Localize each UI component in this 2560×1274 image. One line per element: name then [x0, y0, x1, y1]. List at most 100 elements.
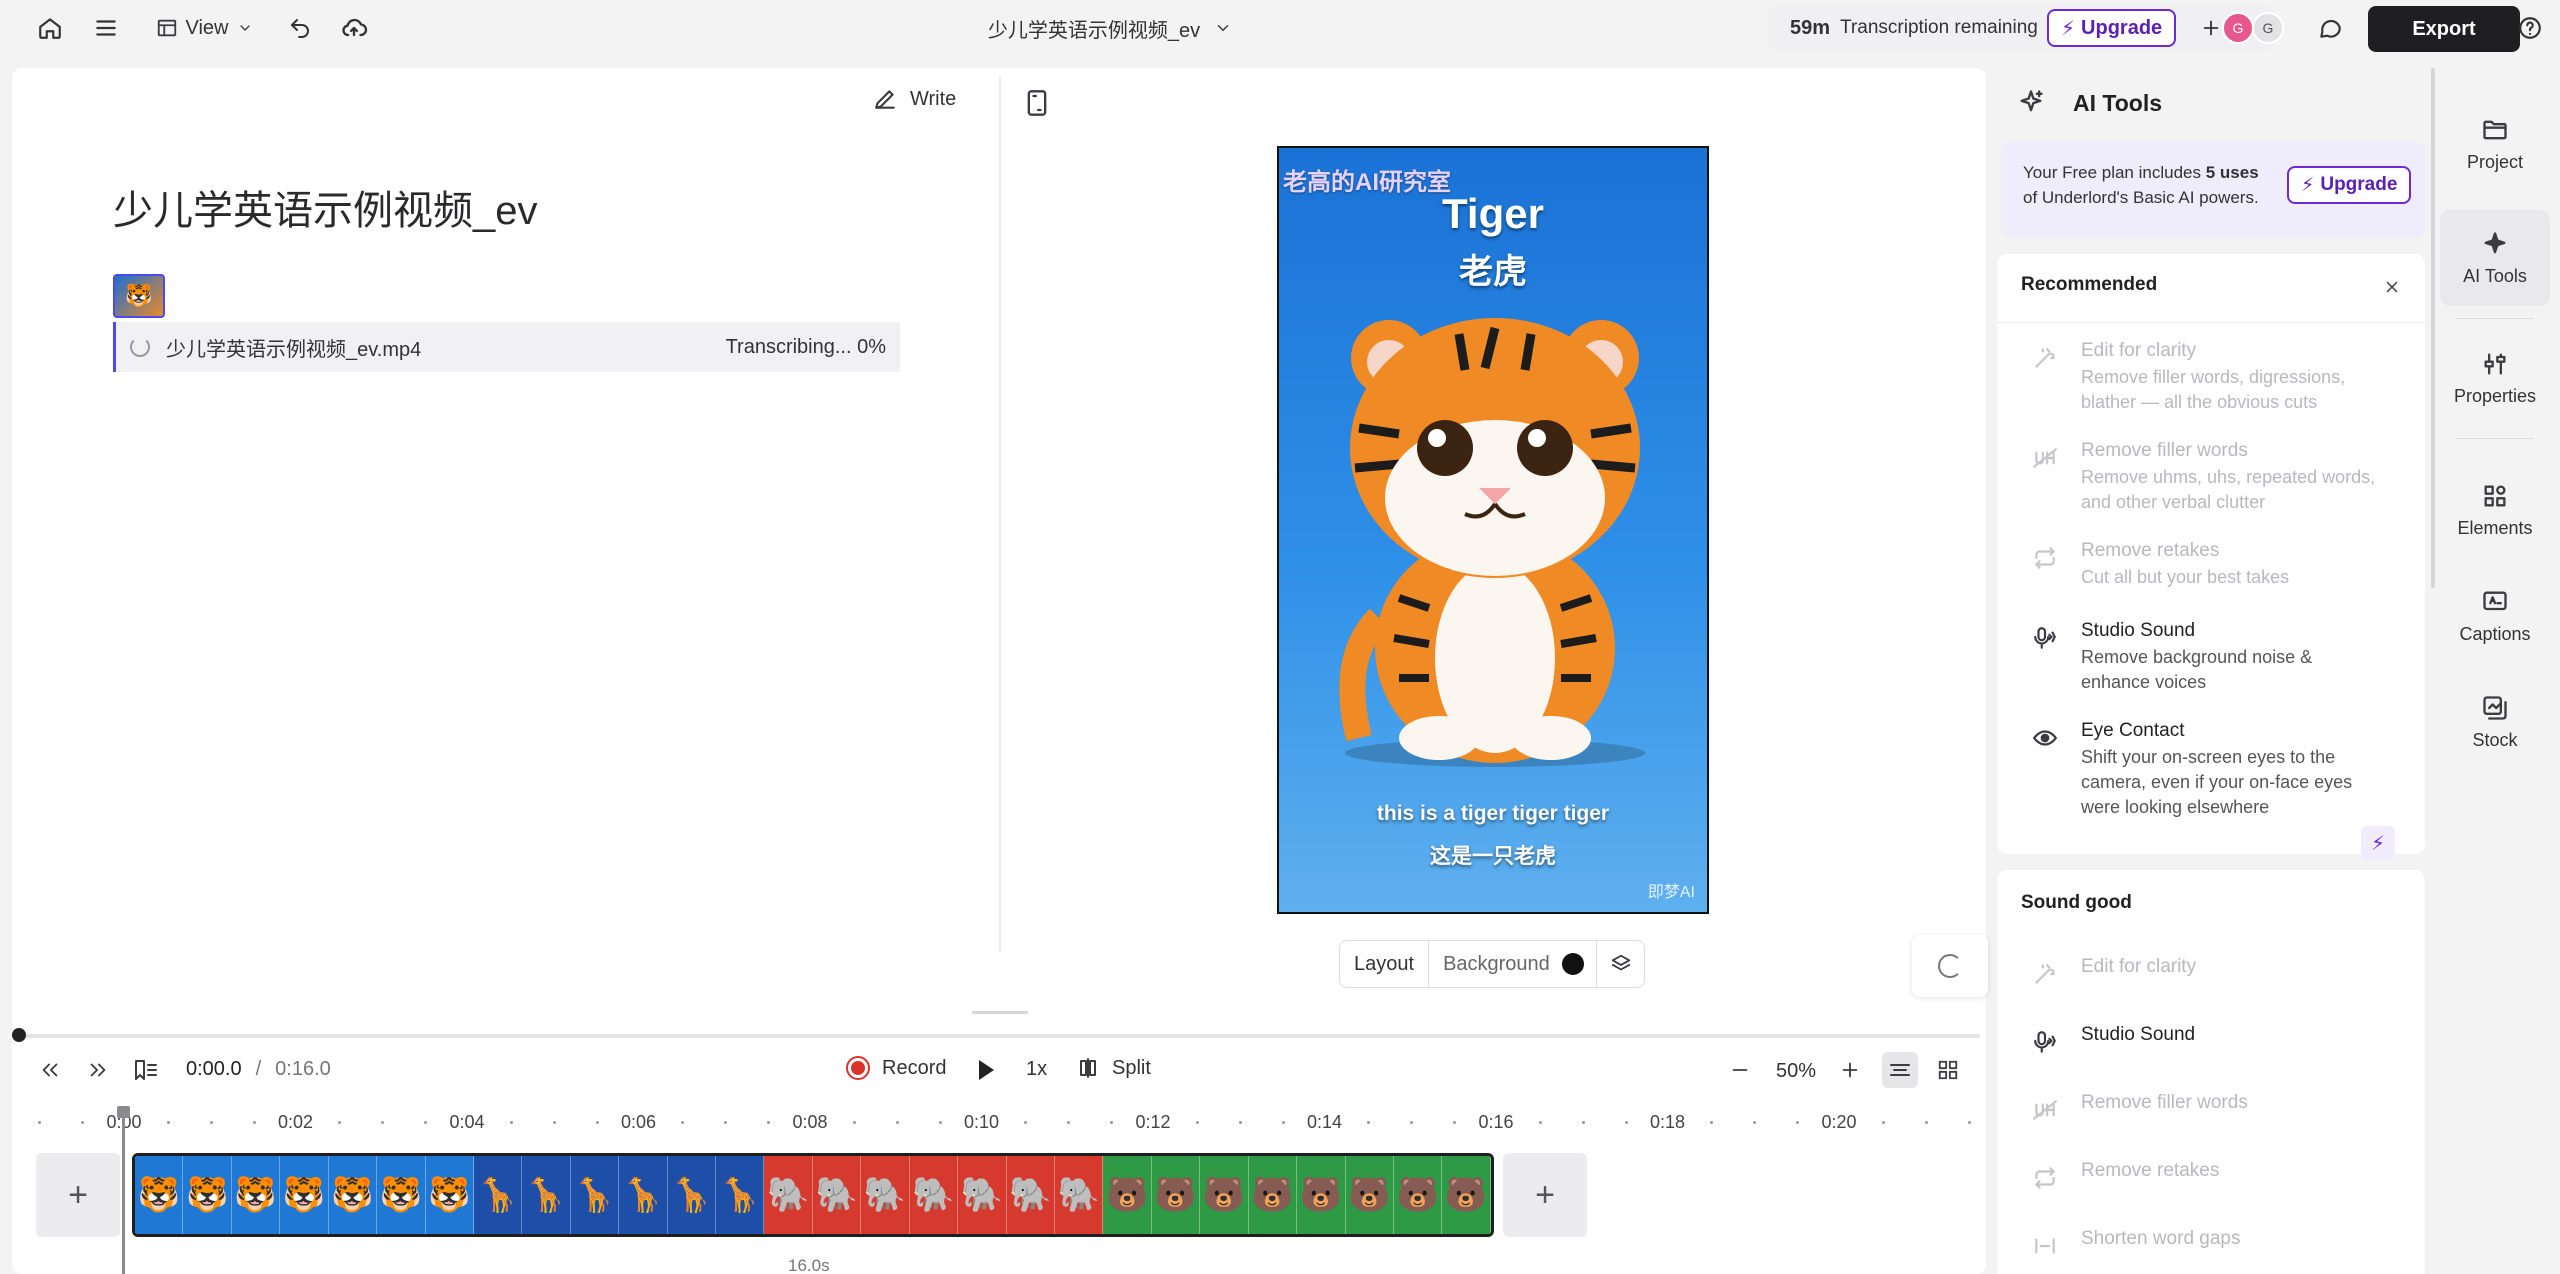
ai-tool-item[interactable]: Studio Sound: [1997, 1024, 2425, 1064]
undo-icon[interactable]: [282, 10, 318, 46]
playback-scrubber[interactable]: [18, 1034, 1980, 1038]
background-button[interactable]: Background: [1429, 953, 1584, 976]
giraffe-clip-frame: 🦒: [570, 1156, 620, 1234]
ai-tool-description: Remove filler words, digressions, blathe…: [2081, 367, 2346, 412]
skip-forward-icon[interactable]: [82, 1056, 114, 1084]
write-button[interactable]: Write: [872, 86, 956, 112]
add-clip-before-button[interactable]: +: [36, 1153, 120, 1237]
tiger-clip-frame: 🐯: [231, 1156, 281, 1234]
ruler-tick-label: 0:06: [620, 1112, 657, 1132]
bolt-icon: ⚡: [2301, 174, 2315, 196]
home-icon[interactable]: [32, 10, 68, 46]
view-menu[interactable]: View: [148, 10, 260, 46]
sparkle-icon: [2015, 86, 2047, 118]
scrubber-handle[interactable]: [12, 1028, 26, 1042]
elephant-clip-frame: 🐘: [764, 1156, 813, 1234]
time-separator: /: [255, 1058, 262, 1080]
ruler-tick: [852, 1121, 856, 1124]
stock-icon: [2481, 694, 2509, 722]
plan-banner: Your Free plan includes 5 uses of Underl…: [2001, 142, 2425, 238]
rail-item-properties[interactable]: Properties: [2440, 330, 2550, 426]
plan-text: Your Free plan includes 5 uses of Underl…: [2023, 160, 2273, 210]
timeline-grid-view-icon[interactable]: [1930, 1052, 1966, 1088]
ai-tool-item[interactable]: Remove retakes Cut all but your best take…: [1997, 540, 2425, 620]
ruler-tick: [1281, 1121, 1285, 1124]
ai-tool-item[interactable]: Studio Sound Remove background noise & en…: [1997, 620, 2425, 700]
playback-speed[interactable]: 1x: [1026, 1058, 1047, 1081]
script-title: 少儿学英语示例视频_ev: [113, 189, 538, 233]
bookmark-list-icon[interactable]: [130, 1056, 162, 1084]
ai-tool-item[interactable]: Remove retakes: [1997, 1160, 2425, 1200]
mic-icon: [2031, 624, 2059, 652]
filler-icon: [2031, 1096, 2059, 1124]
tiger-clip-frame: 🐯: [425, 1156, 474, 1234]
rail-item-label: Elements: [2457, 517, 2533, 538]
rail-item-captions[interactable]: Captions: [2440, 568, 2550, 664]
rail-item-elements[interactable]: Elements: [2440, 462, 2550, 558]
bolt-icon[interactable]: ⚡: [2361, 826, 2395, 860]
background-label: Background: [1443, 952, 1550, 975]
upgrade-button[interactable]: ⚡ Upgrade: [2047, 9, 2177, 47]
media-file-row[interactable]: 少儿学英语示例视频_ev.mp4 Transcribing... 0%: [113, 322, 900, 372]
help-icon[interactable]: [2512, 10, 2548, 46]
tiger-clip-frame: 🐯: [377, 1156, 426, 1234]
layers-icon[interactable]: [1596, 941, 1644, 987]
ai-tool-description: Shift your on-screen eyes to the camera,…: [2081, 747, 2353, 817]
record-icon: [846, 1056, 870, 1080]
eye-icon: [2031, 724, 2059, 752]
split-button[interactable]: Split: [1076, 1056, 1151, 1080]
ai-tools-panel: AI Tools Your Free plan includes 5 uses …: [1997, 68, 2435, 1274]
add-clip-after-button[interactable]: +: [1503, 1153, 1587, 1237]
giraffe-clip-frame: 🦒: [667, 1156, 717, 1234]
timeline-list-view-icon[interactable]: [1882, 1052, 1918, 1088]
aspect-ratio-icon[interactable]: [1022, 88, 1052, 118]
zoom-out-icon[interactable]: [1726, 1056, 1754, 1084]
filler-icon: [2031, 444, 2059, 472]
avatar[interactable]: G: [2222, 12, 2254, 44]
rail-item-stock[interactable]: Stock: [2440, 674, 2550, 770]
video-logo: 即梦AI: [1647, 884, 1695, 901]
comment-icon[interactable]: [2312, 10, 2348, 46]
layout-button[interactable]: Layout: [1340, 941, 1430, 987]
rail-item-project[interactable]: Project: [2440, 96, 2550, 192]
resize-handle[interactable]: [972, 1011, 1028, 1014]
wand-icon: [2031, 960, 2059, 988]
panel-scrollbar[interactable]: [2431, 68, 2435, 588]
current-time: 0:00.0: [186, 1058, 242, 1080]
play-icon[interactable]: [976, 1058, 996, 1082]
folder-icon: [2481, 116, 2509, 144]
playhead-handle[interactable]: [117, 1106, 130, 1118]
ai-tool-item[interactable]: Remove filler words Remove uhms, uhs, rep…: [1997, 440, 2425, 520]
gap-icon: [2031, 1232, 2059, 1260]
write-label: Write: [910, 87, 957, 110]
cloud-sync-icon[interactable]: [336, 10, 372, 46]
subtitle-en: this is a tiger tiger tiger: [1376, 802, 1610, 825]
tiger-clip-frame: 🐯: [183, 1156, 232, 1234]
avatar-secondary[interactable]: G: [2252, 12, 2284, 44]
bear-clip-frame: 🐻: [1151, 1156, 1201, 1234]
rail-item-ai-tools[interactable]: AI Tools: [2440, 210, 2550, 306]
project-name-dropdown[interactable]: 少儿学英语示例视频_ev: [960, 10, 1260, 46]
sound-good-card: Sound good Edit for clarity Studio Sound R…: [1997, 870, 2425, 1274]
export-button[interactable]: Export: [2368, 6, 2520, 52]
rail-item-label: Captions: [2459, 623, 2531, 644]
skip-back-icon[interactable]: [34, 1056, 66, 1084]
ai-tool-item[interactable]: Remove filler words: [1997, 1092, 2425, 1132]
ai-tool-item[interactable]: Shorten word gaps: [1997, 1228, 2425, 1268]
menu-icon[interactable]: [88, 10, 124, 46]
upgrade-plan-button[interactable]: ⚡ Upgrade: [2287, 166, 2412, 204]
ai-tool-title: Remove retakes: [2081, 540, 2220, 561]
ai-tool-description: Remove background noise & enhance voices: [2081, 647, 2313, 692]
ruler-tick: [209, 1121, 213, 1124]
ai-tool-title: Remove filler words: [2081, 1092, 2248, 1113]
media-thumbnail[interactable]: 🐯: [113, 274, 165, 318]
bear-clip-frame: 🐻: [1393, 1156, 1443, 1234]
video-clip-track[interactable]: 🐯 🐯 🐯 🐯 🐯 🐯 🐯 🦒 🦒 🦒 🦒 🦒 🦒 🐘 🐘 🐘 🐘 🐘 🐘 🐘 🐻 🐻 🐻 🐻 🐻 🐻 🐻 🐻: [132, 1153, 1494, 1237]
video-preview[interactable]: 老高的AI研究室 Tiger 老虎 this is a tiger tiger …: [1277, 146, 1709, 914]
ai-tool-item[interactable]: Edit for clarity Remove filler words, dig…: [1997, 340, 2425, 420]
plan-text-bold: 5 uses: [2205, 163, 2259, 182]
record-button[interactable]: Record: [846, 1056, 946, 1080]
ai-tool-item[interactable]: Edit for clarity: [1997, 956, 2425, 996]
playhead[interactable]: [122, 1108, 125, 1274]
zoom-in-icon[interactable]: [1836, 1056, 1864, 1084]
